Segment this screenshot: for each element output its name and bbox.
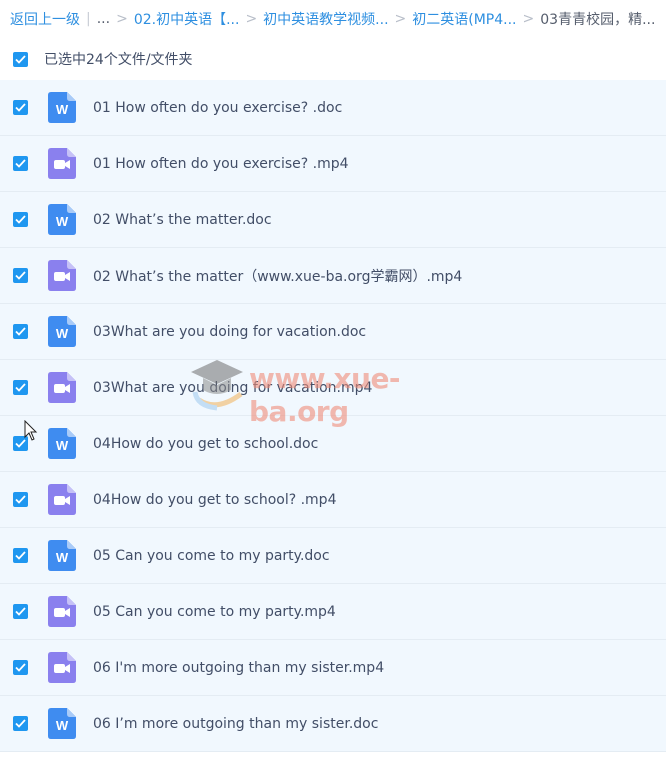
file-name[interactable]: 06 I’m more outgoing than my sister.doc xyxy=(93,716,378,732)
row-checkbox[interactable] xyxy=(13,156,28,171)
video-icon xyxy=(48,596,76,627)
back-link[interactable]: 返回上一级 xyxy=(10,9,80,29)
chevron-right-icon: > xyxy=(245,11,258,27)
breadcrumb-item[interactable]: 初二英语(MP4... xyxy=(412,9,516,29)
row-checkbox[interactable] xyxy=(13,100,28,115)
checkmark-icon xyxy=(15,327,26,336)
row-checkbox[interactable] xyxy=(13,548,28,563)
svg-text:W: W xyxy=(56,214,69,229)
file-name[interactable]: 06 I'm more outgoing than my sister.mp4 xyxy=(93,660,384,676)
video-icon xyxy=(48,260,76,291)
selection-count-text: 已选中24个文件/文件夹 xyxy=(44,52,193,68)
svg-text:W: W xyxy=(56,438,69,453)
file-row[interactable]: W 04How do you get to school.doc xyxy=(0,416,666,472)
file-name[interactable]: 02 What’s the matter（www.xue-ba.org学霸网）.… xyxy=(93,266,462,286)
word-icon: W xyxy=(48,92,76,123)
file-row[interactable]: 05 Can you come to my party.mp4 xyxy=(0,584,666,640)
checkmark-icon xyxy=(15,271,26,280)
checkmark-icon xyxy=(15,54,26,64)
checkmark-icon xyxy=(15,103,26,112)
checkmark-icon xyxy=(15,215,26,224)
checkmark-icon xyxy=(15,719,26,728)
checkmark-icon xyxy=(15,159,26,168)
file-row[interactable]: W 02 What’s the matter.doc xyxy=(0,192,666,248)
file-name[interactable]: 01 How often do you exercise? .mp4 xyxy=(93,156,349,172)
svg-text:W: W xyxy=(56,102,69,117)
file-row[interactable]: 06 I'm more outgoing than my sister.mp4 xyxy=(0,640,666,696)
breadcrumb-current: 03青青校园，精... xyxy=(540,12,656,28)
breadcrumb-item[interactable]: 02.初中英语【... xyxy=(134,9,240,29)
row-checkbox[interactable] xyxy=(13,492,28,507)
file-row[interactable]: 02 What’s the matter（www.xue-ba.org学霸网）.… xyxy=(0,248,666,304)
row-checkbox[interactable] xyxy=(13,212,28,227)
word-icon: W xyxy=(48,204,76,235)
row-checkbox[interactable] xyxy=(13,268,28,283)
row-checkbox[interactable] xyxy=(13,716,28,731)
file-name[interactable]: 05 Can you come to my party.doc xyxy=(93,548,330,564)
file-row[interactable]: W 05 Can you come to my party.doc xyxy=(0,528,666,584)
row-checkbox[interactable] xyxy=(13,660,28,675)
row-checkbox[interactable] xyxy=(13,604,28,619)
file-row[interactable]: 03What are you doing for vacation.mp4 xyxy=(0,360,666,416)
video-icon xyxy=(48,484,76,515)
chevron-right-icon: > xyxy=(394,11,407,27)
svg-text:W: W xyxy=(56,550,69,565)
word-icon: W xyxy=(48,428,76,459)
chevron-right-icon: > xyxy=(522,11,535,27)
file-name[interactable]: 03What are you doing for vacation.mp4 xyxy=(93,380,372,396)
row-checkbox[interactable] xyxy=(13,380,28,395)
breadcrumb: 返回上一级 | ... > 02.初中英语【... > 初中英语教学视频... … xyxy=(0,0,666,38)
checkmark-icon xyxy=(15,663,26,672)
file-name[interactable]: 01 How often do you exercise? .doc xyxy=(93,100,342,116)
svg-text:W: W xyxy=(56,718,69,733)
video-icon xyxy=(48,148,76,179)
file-row[interactable]: 04How do you get to school? .mp4 xyxy=(0,472,666,528)
breadcrumb-ellipsis[interactable]: ... xyxy=(97,11,110,27)
file-name[interactable]: 04How do you get to school.doc xyxy=(93,436,318,452)
file-list: W 01 How often do you exercise? .doc 01 Ho… xyxy=(0,80,666,752)
video-icon xyxy=(48,652,76,683)
file-name[interactable]: 04How do you get to school? .mp4 xyxy=(93,492,336,508)
file-row[interactable]: 01 How often do you exercise? .mp4 xyxy=(0,136,666,192)
word-icon: W xyxy=(48,540,76,571)
checkmark-icon xyxy=(15,495,26,504)
file-name[interactable]: 03What are you doing for vacation.doc xyxy=(93,324,366,340)
file-row[interactable]: W 03What are you doing for vacation.doc xyxy=(0,304,666,360)
word-icon: W xyxy=(48,316,76,347)
checkmark-icon xyxy=(15,607,26,616)
mouse-cursor-icon xyxy=(24,420,38,441)
svg-text:W: W xyxy=(56,326,69,341)
select-all-checkbox[interactable] xyxy=(13,51,28,67)
file-name[interactable]: 02 What’s the matter.doc xyxy=(93,212,272,228)
selection-bar: 已选中24个文件/文件夹 xyxy=(0,38,666,80)
checkmark-icon xyxy=(15,551,26,560)
breadcrumb-item[interactable]: 初中英语教学视频... xyxy=(263,9,388,29)
file-row[interactable]: W 01 How often do you exercise? .doc xyxy=(0,80,666,136)
checkmark-icon xyxy=(15,383,26,392)
file-row[interactable]: W 06 I’m more outgoing than my sister.doc xyxy=(0,696,666,752)
file-name[interactable]: 05 Can you come to my party.mp4 xyxy=(93,604,336,620)
video-icon xyxy=(48,372,76,403)
word-icon: W xyxy=(48,708,76,739)
divider: | xyxy=(86,11,91,27)
row-checkbox[interactable] xyxy=(13,324,28,339)
chevron-right-icon: > xyxy=(116,11,128,27)
